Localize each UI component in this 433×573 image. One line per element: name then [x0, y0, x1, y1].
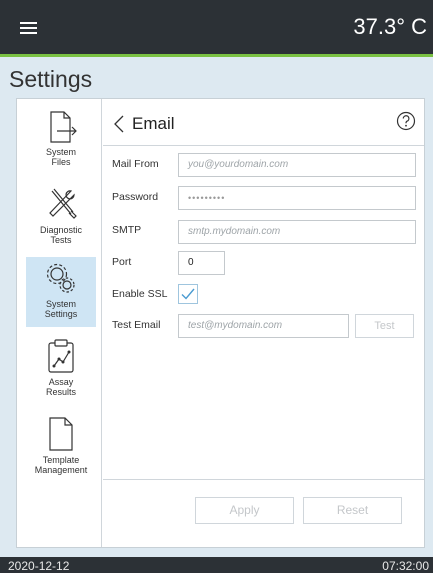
temperature-readout: 37.3° C — [353, 14, 427, 39]
panel-header: Email — [103, 99, 424, 146]
sidebar-item-label: Diagnostic — [39, 225, 83, 235]
sidebar-item-label: Management — [34, 465, 88, 475]
gears-icon — [46, 263, 75, 293]
enable-ssl-label: Enable SSL — [112, 288, 168, 300]
password-input[interactable]: ••••••••• — [178, 186, 416, 210]
sidebar-item-system-files[interactable]: System Files — [26, 111, 96, 171]
apply-button[interactable]: Apply — [195, 497, 294, 524]
main-screen: Settings System Files Diagnostic Tests S… — [0, 57, 433, 557]
password-label: Password — [112, 191, 159, 203]
mail-from-label: Mail From — [112, 158, 159, 170]
document-icon — [49, 417, 73, 451]
smtp-input[interactable]: smtp.mydomain.com — [178, 220, 416, 244]
hamburger-menu-icon[interactable] — [20, 22, 37, 34]
port-input[interactable]: 0 — [178, 251, 225, 275]
email-settings-panel: Email Mail From you@yourdomain.com Passw… — [103, 99, 424, 547]
sidebar-item-label: Tests — [50, 235, 72, 245]
sidebar-item-label: Assay — [48, 377, 74, 387]
smtp-label: SMTP — [112, 224, 142, 236]
sidebar-item-label: Settings — [44, 309, 78, 319]
page-title: Settings — [9, 66, 93, 92]
sidebar-item-assay-results[interactable]: Assay Results — [26, 339, 96, 403]
port-label: Port — [112, 256, 132, 268]
sidebar-item-diagnostic-tests[interactable]: Diagnostic Tests — [26, 187, 96, 253]
sidebar-item-label: System — [45, 147, 76, 157]
sidebar-item-label: System — [45, 299, 76, 309]
sidebar-item-system-settings[interactable]: System Settings — [26, 257, 96, 327]
sidebar-item-label: Template — [42, 455, 80, 465]
tools-icon — [49, 188, 77, 219]
settings-panel: System Files Diagnostic Tests System Set… — [16, 98, 425, 548]
top-bar: 37.3° C — [0, 0, 433, 54]
sidebar: System Files Diagnostic Tests System Set… — [17, 99, 102, 547]
checkmark-icon — [181, 288, 195, 300]
question-circle-icon[interactable] — [396, 111, 416, 131]
sidebar-item-label: Files — [51, 157, 71, 167]
enable-ssl-checkbox[interactable] — [178, 284, 198, 304]
chevron-left-icon[interactable] — [113, 115, 125, 133]
sidebar-item-template-management[interactable]: Template Management — [26, 417, 96, 481]
reset-button[interactable]: Reset — [303, 497, 402, 524]
test-button[interactable]: Test — [355, 314, 414, 338]
status-time: 07:32:00 — [382, 559, 429, 573]
divider — [103, 479, 424, 480]
panel-title: Email — [132, 114, 175, 133]
sidebar-item-label: Results — [45, 387, 76, 397]
file-export-icon — [50, 111, 77, 143]
test-email-label: Test Email — [112, 319, 161, 331]
status-bar: 2020-12-12 07:32:00 — [0, 557, 433, 573]
mail-from-input[interactable]: you@yourdomain.com — [178, 153, 416, 177]
clipboard-chart-icon — [48, 339, 74, 373]
test-email-input[interactable]: test@mydomain.com — [178, 314, 349, 338]
status-date: 2020-12-12 — [8, 559, 70, 573]
